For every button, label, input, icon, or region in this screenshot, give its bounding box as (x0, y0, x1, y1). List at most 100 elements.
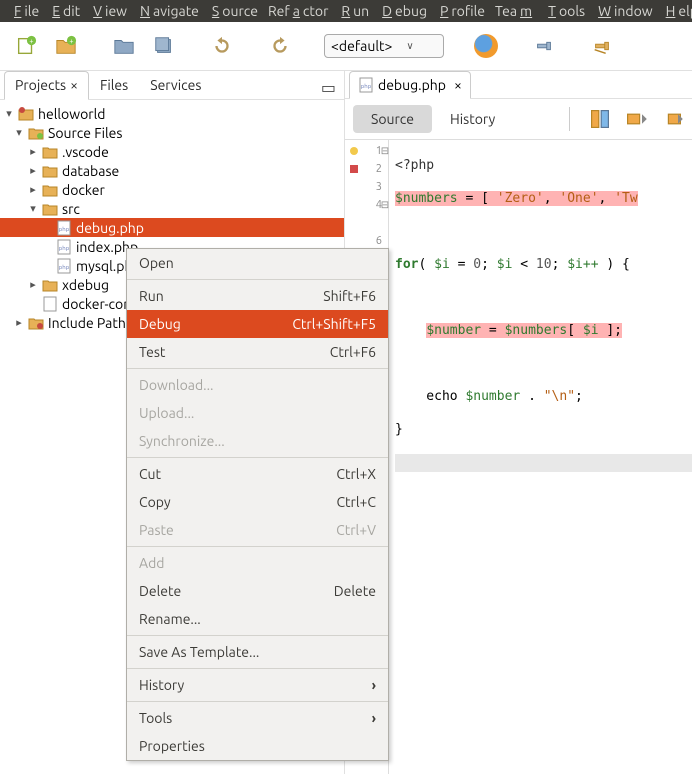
svg-text:php: php (59, 226, 70, 233)
ctx-save-template[interactable]: Save As Template... (127, 638, 388, 666)
open-project-icon[interactable] (108, 30, 140, 62)
tab-projects[interactable]: Projects× (4, 71, 89, 100)
browser-icon[interactable] (470, 30, 502, 62)
ctx-add: Add (127, 549, 388, 577)
editor-tabbar: php debug.php × (345, 71, 692, 99)
menu-run[interactable]: Run (335, 2, 372, 20)
project-icon (18, 106, 34, 122)
ctx-delete[interactable]: DeleteDelete (127, 577, 388, 605)
editor-mode-history[interactable]: History (432, 105, 513, 133)
ctx-tools[interactable]: Tools› (127, 704, 388, 732)
menu-debug[interactable]: Debug (376, 2, 430, 20)
svg-text:php: php (361, 83, 372, 90)
menu-navigate[interactable]: Navigate (134, 2, 202, 20)
tree-root[interactable]: ▾ helloworld (0, 104, 344, 123)
separator (127, 457, 388, 458)
new-project-icon[interactable]: + (50, 30, 82, 62)
menu-refactor[interactable]: Refactor (265, 2, 331, 20)
undo-icon[interactable] (206, 30, 238, 62)
tree-vscode[interactable]: ▸ .vscode (0, 142, 344, 161)
ctx-open[interactable]: Open (127, 249, 388, 277)
clean-build-icon[interactable] (586, 30, 618, 62)
fold-icon[interactable]: ⊟ (380, 145, 390, 157)
left-pane-tabs: Projects× Files Services ▭ (0, 71, 344, 100)
svg-text:php: php (59, 245, 70, 252)
new-file-icon[interactable]: + (10, 30, 42, 62)
build-icon[interactable] (528, 30, 560, 62)
menu-source[interactable]: Source (206, 2, 261, 20)
menu-edit[interactable]: Edit (46, 2, 83, 20)
menu-help[interactable]: Help (660, 2, 692, 20)
folder-icon (42, 277, 58, 293)
nav-prev-icon[interactable] (624, 107, 648, 131)
tab-services[interactable]: Services (139, 71, 212, 99)
run-config-value: <default> (331, 38, 392, 54)
php-file-icon: php (56, 220, 72, 236)
ctx-debug[interactable]: DebugCtrl+Shift+F5 (127, 310, 388, 338)
menu-view[interactable]: View (87, 2, 130, 20)
menu-team[interactable]: Team (492, 2, 538, 20)
file-icon (42, 296, 58, 312)
ctx-upload: Upload... (127, 399, 388, 427)
save-all-icon[interactable] (148, 30, 180, 62)
folder-icon (28, 315, 44, 331)
tree-debug-php[interactable]: ▸ php debug.php (0, 218, 344, 237)
main-toolbar: + + <default> ∨ (0, 22, 692, 71)
separator (127, 701, 388, 702)
php-file-icon: php (358, 77, 374, 93)
diff-icon[interactable] (588, 107, 612, 131)
folder-icon (42, 182, 58, 198)
svg-text:+: + (29, 37, 33, 45)
tab-files[interactable]: Files (89, 71, 139, 99)
editor-panel: php debug.php × Source History 1⊟ 2 3 4⊟ (345, 71, 692, 774)
tree-docker[interactable]: ▸ docker (0, 180, 344, 199)
close-icon[interactable]: × (70, 77, 78, 93)
bulb-icon[interactable] (349, 146, 359, 156)
folder-icon (28, 125, 44, 141)
ctx-cut[interactable]: CutCtrl+X (127, 460, 388, 488)
separator (569, 107, 570, 131)
folder-icon (42, 201, 58, 217)
php-file-icon: php (56, 239, 72, 255)
separator (127, 635, 388, 636)
ctx-download: Download... (127, 371, 388, 399)
editor-mode-source[interactable]: Source (353, 105, 432, 133)
separator (127, 368, 388, 369)
menu-tools[interactable]: Tools (542, 2, 588, 20)
error-icon[interactable] (349, 164, 359, 174)
ctx-history[interactable]: History› (127, 671, 388, 699)
chevron-right-icon: › (372, 710, 376, 726)
tree-database[interactable]: ▸ database (0, 161, 344, 180)
minimize-icon[interactable]: ▭ (321, 78, 336, 97)
ctx-properties[interactable]: Properties (127, 732, 388, 760)
context-menu: Open RunShift+F6 DebugCtrl+Shift+F5 Test… (126, 248, 389, 761)
ctx-run[interactable]: RunShift+F6 (127, 282, 388, 310)
menu-file[interactable]: File (8, 2, 42, 20)
ctx-test[interactable]: TestCtrl+F6 (127, 338, 388, 366)
redo-icon[interactable] (264, 30, 296, 62)
chevron-down-icon: ∨ (406, 40, 413, 52)
fold-icon[interactable]: ⊟ (380, 199, 390, 211)
separator (127, 279, 388, 280)
ctx-synchronize: Synchronize... (127, 427, 388, 455)
tree-src[interactable]: ▾ src (0, 199, 344, 218)
menu-window[interactable]: Window (592, 2, 656, 20)
close-icon[interactable]: × (454, 77, 462, 93)
code-area: 1⊟ 2 3 4⊟ 6 8 9 <?php $numbers = [ 'Zero… (345, 140, 692, 774)
separator (127, 546, 388, 547)
ctx-paste: PasteCtrl+V (127, 516, 388, 544)
ctx-rename[interactable]: Rename... (127, 605, 388, 633)
svg-text:php: php (59, 264, 70, 271)
code-content[interactable]: <?php $numbers = [ 'Zero', 'One', 'Tw fo… (389, 140, 692, 774)
tree-source-files[interactable]: ▾ Source Files (0, 123, 344, 142)
editor-toolbar: Source History (345, 99, 692, 140)
main-menubar: File Edit View Navigate Source Refactor … (0, 0, 692, 22)
folder-icon (42, 163, 58, 179)
chevron-right-icon: › (372, 677, 376, 693)
nav-next-icon[interactable] (660, 107, 684, 131)
editor-tab-debug-php[interactable]: php debug.php × (349, 71, 471, 99)
ctx-copy[interactable]: CopyCtrl+C (127, 488, 388, 516)
run-config-select[interactable]: <default> ∨ (324, 34, 444, 58)
separator (127, 668, 388, 669)
menu-profile[interactable]: Profile (434, 2, 488, 20)
